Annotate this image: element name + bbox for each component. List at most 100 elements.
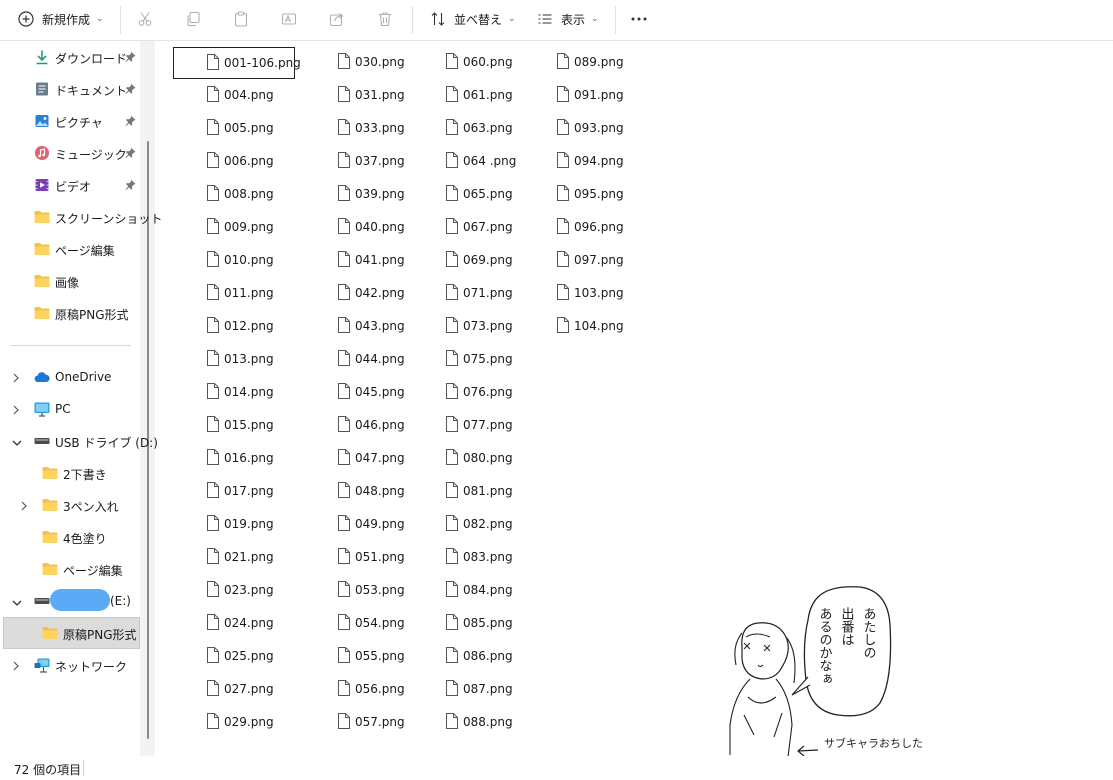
file-item[interactable]: 039.png [338, 178, 448, 211]
sidebar-item-page-edit[interactable]: ページ編集 [0, 235, 140, 263]
file-item[interactable]: 063.png [446, 112, 556, 145]
file-item[interactable]: 029.png [207, 706, 317, 739]
sidebar-item-music[interactable]: ミュージック [0, 139, 140, 167]
file-item[interactable]: 031.png [338, 79, 448, 112]
file-item[interactable]: 027.png [207, 673, 317, 706]
file-item[interactable]: 069.png [446, 244, 556, 277]
file-item[interactable]: 083.png [446, 541, 556, 574]
paste-button[interactable] [233, 0, 249, 38]
file-item[interactable]: 061.png [446, 79, 556, 112]
file-item[interactable]: 009.png [207, 211, 317, 244]
file-item[interactable]: 049.png [338, 508, 448, 541]
file-item[interactable]: 087.png [446, 673, 556, 706]
file-item[interactable]: 081.png [446, 475, 556, 508]
file-item[interactable]: 010.png [207, 244, 317, 277]
file-item[interactable]: 006.png [207, 145, 317, 178]
sidebar-item-pc[interactable]: PC [0, 395, 140, 423]
sidebar-item-videos[interactable]: ビデオ [0, 171, 140, 199]
rename-button[interactable] [281, 0, 297, 38]
file-item[interactable]: 047.png [338, 442, 448, 475]
file-item[interactable]: 093.png [557, 112, 667, 145]
file-item[interactable]: 041.png [338, 244, 448, 277]
file-item[interactable]: 077.png [446, 409, 556, 442]
file-item[interactable]: 008.png [207, 178, 317, 211]
file-item[interactable]: 082.png [446, 508, 556, 541]
sidebar-item-screenshots[interactable]: スクリーンショット [0, 203, 162, 231]
file-item[interactable]: 104.png [557, 310, 667, 343]
chevron-down-icon[interactable] [12, 436, 22, 450]
file-item[interactable]: 086.png [446, 640, 556, 673]
file-item[interactable]: 080.png [446, 442, 556, 475]
sort-button[interactable]: 並べ替え ⌄ [430, 0, 516, 38]
cut-button[interactable] [137, 0, 153, 38]
file-item[interactable]: 054.png [338, 607, 448, 640]
file-item[interactable]: 021.png [207, 541, 317, 574]
file-item[interactable]: 042.png [338, 277, 448, 310]
file-item[interactable]: 094.png [557, 145, 667, 178]
new-button[interactable]: 新規作成 ⌄ [18, 0, 104, 38]
file-item[interactable]: 012.png [207, 310, 317, 343]
file-item[interactable]: 057.png [338, 706, 448, 739]
chevron-right-icon[interactable] [12, 404, 20, 418]
file-item[interactable]: 024.png [207, 607, 317, 640]
more-button[interactable] [630, 0, 648, 38]
file-item[interactable]: 005.png [207, 112, 317, 145]
sidebar-item-documents[interactable]: ドキュメント [0, 75, 140, 103]
file-item[interactable]: 053.png [338, 574, 448, 607]
sidebar-item-onedrive[interactable]: OneDrive [0, 363, 140, 391]
file-item[interactable]: 051.png [338, 541, 448, 574]
file-item[interactable]: 011.png [207, 277, 317, 310]
sidebar-item-usb-child[interactable]: 4色塗り [0, 523, 140, 551]
file-item[interactable]: 064 .png [446, 145, 556, 178]
file-item[interactable]: 023.png [207, 574, 317, 607]
file-item[interactable]: 037.png [338, 145, 448, 178]
share-button[interactable] [329, 0, 345, 38]
file-item[interactable]: 040.png [338, 211, 448, 244]
sidebar-item-usb-drive[interactable]: USB ドライブ (D:) [0, 427, 158, 455]
file-item[interactable]: 046.png [338, 409, 448, 442]
file-item[interactable]: 017.png [207, 475, 317, 508]
file-item[interactable]: 085.png [446, 607, 556, 640]
chevron-right-icon[interactable] [12, 660, 20, 674]
file-item[interactable]: 091.png [557, 79, 667, 112]
sidebar-item-usb-child[interactable]: 3ペン入れ [0, 491, 140, 519]
chevron-right-icon[interactable] [12, 372, 20, 386]
file-item[interactable]: 045.png [338, 376, 448, 409]
file-item[interactable]: 071.png [446, 277, 556, 310]
view-button[interactable]: 表示 ⌄ [537, 0, 599, 38]
file-item[interactable]: 019.png [207, 508, 317, 541]
chevron-down-icon[interactable] [12, 596, 22, 610]
sidebar-item-manuscript-png-selected[interactable]: 原稿PNG形式 [0, 619, 140, 647]
file-item[interactable]: 055.png [338, 640, 448, 673]
sidebar-item-pictures[interactable]: ピクチャ [0, 107, 140, 135]
file-item[interactable]: 016.png [207, 442, 317, 475]
sidebar-item-manuscript-png[interactable]: 原稿PNG形式 [0, 299, 140, 327]
file-item[interactable]: 013.png [207, 343, 317, 376]
file-item[interactable]: 025.png [207, 640, 317, 673]
delete-button[interactable] [377, 0, 393, 38]
file-item[interactable]: 044.png [338, 343, 448, 376]
sidebar-item-downloads[interactable]: ダウンロード [0, 43, 140, 71]
file-item[interactable]: 073.png [446, 310, 556, 343]
file-item[interactable]: 056.png [338, 673, 448, 706]
sidebar-item-usb-child[interactable]: 2下書き [0, 459, 140, 487]
sidebar-item-images[interactable]: 画像 [0, 267, 140, 295]
file-item[interactable]: 103.png [557, 277, 667, 310]
file-item[interactable]: 076.png [446, 376, 556, 409]
file-item[interactable]: 060.png [446, 46, 556, 79]
chevron-right-icon[interactable] [20, 500, 28, 514]
sidebar-item-usb-child[interactable]: ページ編集 [0, 555, 140, 583]
file-item[interactable]: 096.png [557, 211, 667, 244]
file-item[interactable]: 089.png [557, 46, 667, 79]
copy-button[interactable] [185, 0, 201, 38]
file-item[interactable]: 095.png [557, 178, 667, 211]
file-item[interactable]: 004.png [207, 79, 317, 112]
file-item[interactable]: 088.png [446, 706, 556, 739]
file-item[interactable]: 033.png [338, 112, 448, 145]
file-item[interactable]: 001-106.png [173, 47, 301, 79]
file-item[interactable]: 030.png [338, 46, 448, 79]
file-item[interactable]: 015.png [207, 409, 317, 442]
file-item[interactable]: 067.png [446, 211, 556, 244]
file-item[interactable]: 048.png [338, 475, 448, 508]
sidebar-item-network[interactable]: ネットワーク [0, 651, 140, 679]
